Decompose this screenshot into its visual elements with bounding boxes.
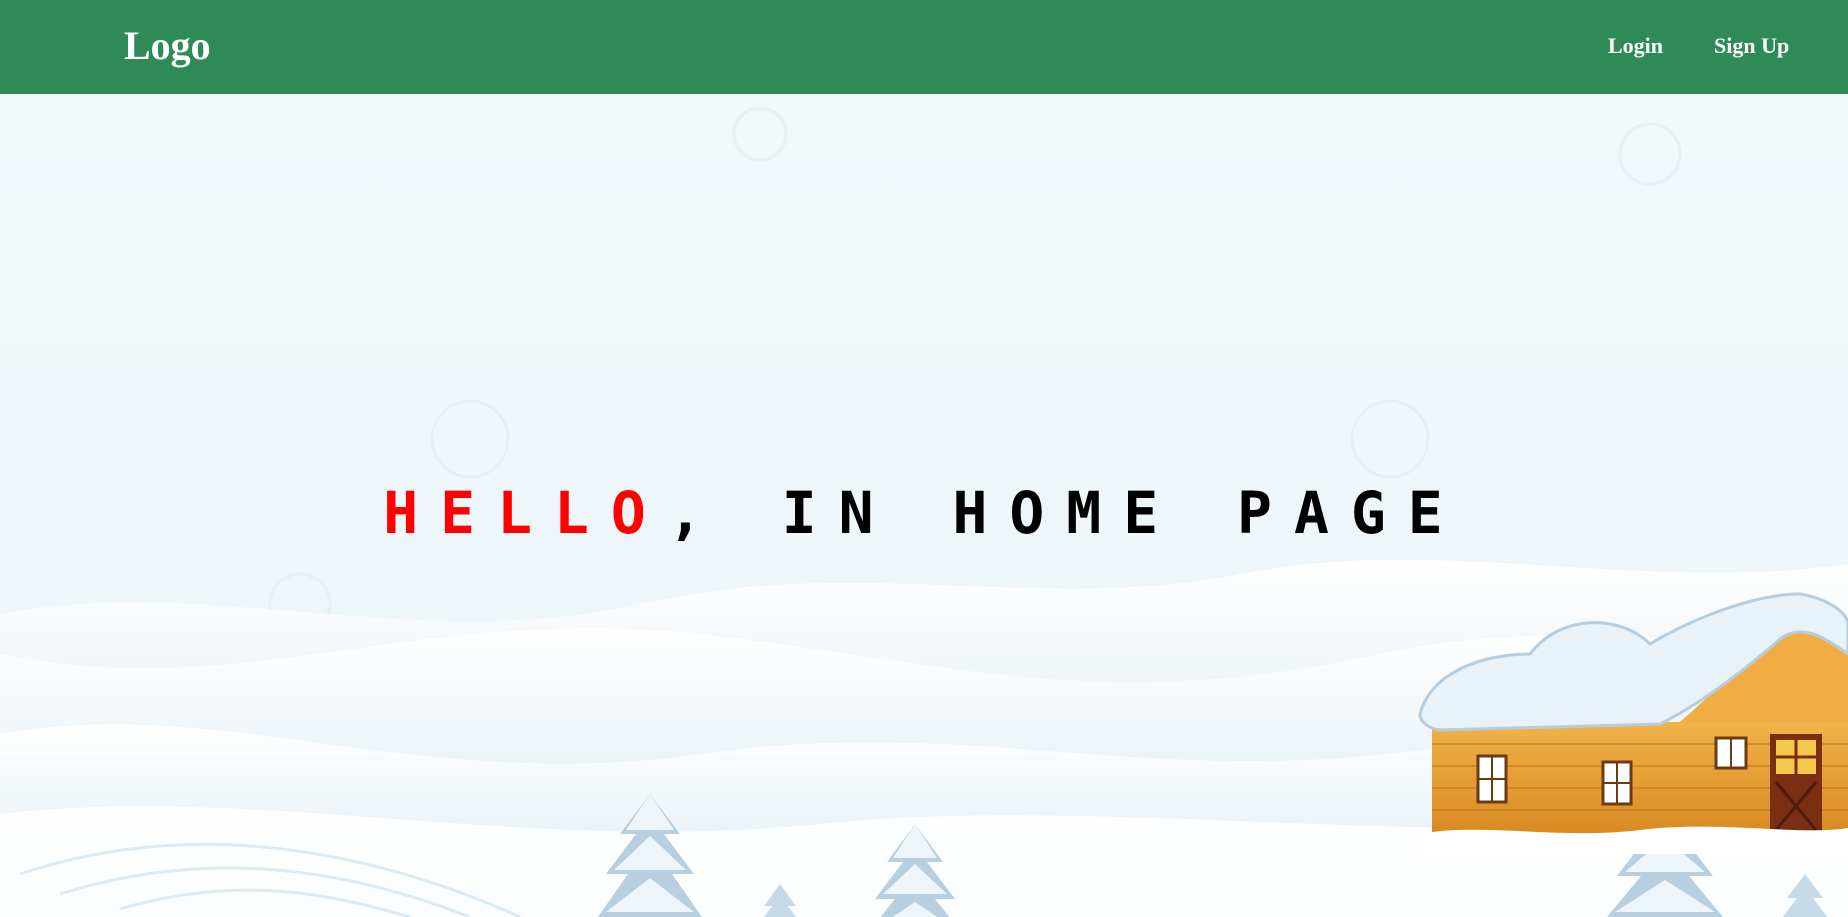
greeting-text: HELLO xyxy=(383,479,668,547)
signup-link[interactable]: Sign Up xyxy=(1714,32,1789,60)
welcome-message: , IN HOME PAGE xyxy=(667,479,1465,547)
login-link[interactable]: Login xyxy=(1608,32,1663,60)
home-page: Logo Login Sign Up HELLO, IN HOME PAGE xyxy=(0,0,1848,917)
logo-link[interactable]: Logo xyxy=(124,22,211,70)
navbar: Logo Login Sign Up xyxy=(0,0,1848,94)
hero-headline: HELLO, IN HOME PAGE xyxy=(0,478,1848,548)
